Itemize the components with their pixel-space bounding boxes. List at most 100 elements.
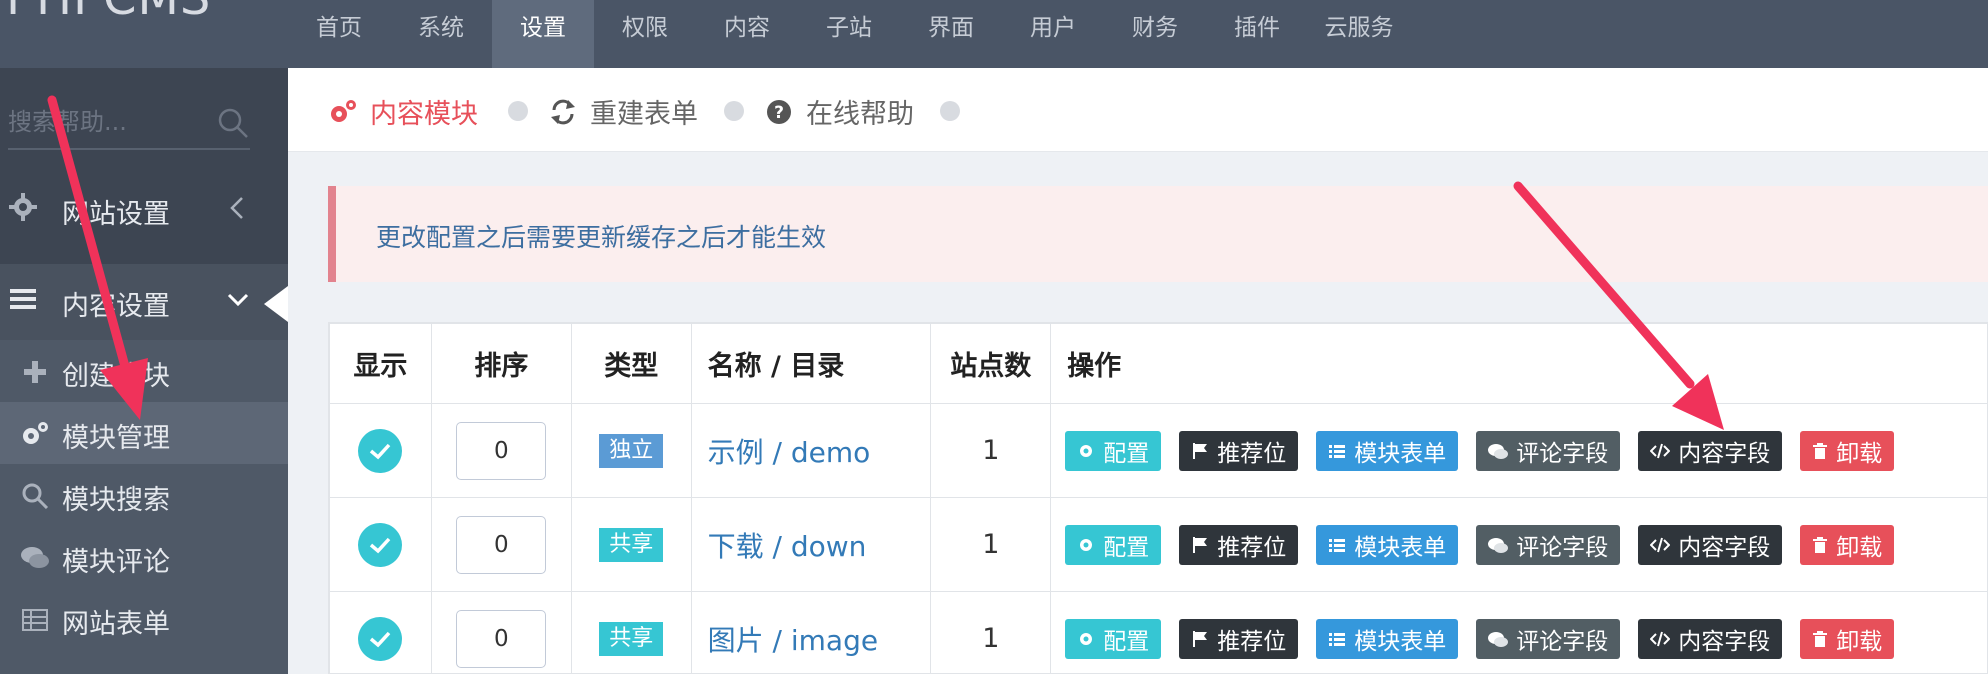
- tab-rebuild-form[interactable]: 重建表单: [548, 92, 698, 131]
- content-field-button[interactable]: 内容字段: [1638, 430, 1783, 471]
- sidebar-item-module-comments[interactable]: 模块评论: [0, 526, 288, 588]
- topnav-item-finance[interactable]: 财务: [1104, 0, 1206, 68]
- flag-icon: [1193, 630, 1208, 647]
- recommend-button[interactable]: 推荐位: [1179, 430, 1299, 471]
- topnav-item-plugins[interactable]: 插件: [1206, 0, 1308, 68]
- config-button[interactable]: 配置: [1065, 524, 1162, 565]
- main-content: 内容模块 重建表单 ? 在线帮助 更改配置之后需要更新缓存之后才能生效 显示 排…: [288, 68, 1988, 674]
- order-input[interactable]: 0: [456, 609, 547, 668]
- separator-dot: [508, 101, 528, 121]
- button-label: 推荐位: [1217, 628, 1287, 655]
- button-label: 卸载: [1836, 628, 1883, 655]
- show-toggle[interactable]: [358, 616, 403, 661]
- cell-order: 0: [430, 591, 572, 674]
- cell-sites: 1: [930, 591, 1052, 674]
- topnav-item-content[interactable]: 内容: [696, 0, 798, 68]
- topnav-item-subsite[interactable]: 子站: [798, 0, 900, 68]
- module-name-link[interactable]: 下载 / down: [708, 530, 867, 563]
- code-icon: [1650, 631, 1671, 646]
- comment-field-button[interactable]: 评论字段: [1476, 430, 1621, 471]
- top-navbar: PHPCMS 首页 系统 设置 权限 内容 子站 界面 用户 财务 插件 云服务: [0, 0, 1988, 68]
- active-notch: [264, 286, 288, 322]
- tab-content-modules[interactable]: 内容模块: [328, 92, 478, 131]
- topnav-item-cloud[interactable]: 云服务: [1308, 0, 1410, 68]
- table-row: 0 共享 下载 / down 1 配置 推荐位 模块表单 评论字段 内容字段 卸载: [329, 497, 1988, 592]
- sidebar-item-module-search[interactable]: 模块搜索: [0, 464, 288, 526]
- button-label: 模块表单: [1354, 534, 1447, 561]
- module-table: 显示 排序 类型 名称 / 目录 站点数 操作 0 独立 示例 / demo 1 配置推…: [328, 322, 1988, 674]
- trash-icon: [1813, 536, 1828, 553]
- order-input[interactable]: 0: [456, 421, 547, 480]
- app-logo[interactable]: PHPCMS: [0, 0, 288, 32]
- gear-icon: [1080, 632, 1093, 645]
- alert-text: 更改配置之后需要更新缓存之后才能生效: [376, 223, 827, 252]
- gears-icon: [331, 99, 356, 122]
- content-field-button[interactable]: 内容字段: [1638, 618, 1783, 659]
- cell-type: 共享: [570, 591, 692, 674]
- action-buttons: 配置 推荐位 模块表单 评论字段 内容字段 卸载: [1051, 430, 1988, 471]
- comment-field-button[interactable]: 评论字段: [1476, 524, 1621, 565]
- button-label: 配置: [1103, 440, 1150, 467]
- cell-show: [329, 497, 432, 592]
- module-name-link[interactable]: 图片 / image: [708, 624, 878, 657]
- show-toggle[interactable]: [358, 428, 403, 473]
- type-badge: 独立: [599, 434, 664, 468]
- sidebar: 搜索帮助... 网站设置 内容设置 创建模块 模块管理 模块搜索 模块评论 网站…: [0, 68, 288, 674]
- recommend-button[interactable]: 推荐位: [1179, 524, 1299, 565]
- topnav-item-home[interactable]: 首页: [288, 0, 390, 68]
- show-toggle[interactable]: [358, 522, 403, 567]
- topnav-item-interface[interactable]: 界面: [900, 0, 1002, 68]
- tab-label: 在线帮助: [806, 99, 914, 130]
- topnav-item-settings[interactable]: 设置: [492, 0, 594, 68]
- topnav-item-system[interactable]: 系统: [390, 0, 492, 68]
- uninstall-button[interactable]: 卸载: [1800, 430, 1895, 471]
- col-header-sites: 站点数: [930, 323, 1052, 404]
- col-header-actions: 操作: [1050, 323, 1988, 404]
- module-form-button[interactable]: 模块表单: [1316, 430, 1459, 471]
- top-menu: 首页 系统 设置 权限 内容 子站 界面 用户 财务 插件 云服务: [288, 0, 1410, 68]
- button-label: 内容字段: [1678, 628, 1771, 655]
- question-icon: ?: [767, 99, 791, 124]
- cell-name: 示例 / demo: [690, 403, 932, 498]
- config-button[interactable]: 配置: [1065, 430, 1162, 471]
- module-form-button[interactable]: 模块表单: [1316, 524, 1459, 565]
- sidebar-item-module-manage[interactable]: 模块管理: [0, 402, 288, 464]
- sidebar-search[interactable]: 搜索帮助...: [8, 98, 250, 150]
- config-button[interactable]: 配置: [1065, 618, 1162, 659]
- search-input[interactable]: 搜索帮助...: [8, 102, 127, 137]
- svg-text:?: ?: [774, 103, 784, 123]
- cell-type: 独立: [570, 403, 692, 498]
- col-header-show: 显示: [329, 323, 432, 404]
- tab-online-help[interactable]: ? 在线帮助: [764, 92, 914, 131]
- flag-icon: [1193, 442, 1208, 459]
- sidebar-group-site-settings[interactable]: 网站设置: [0, 172, 288, 248]
- sidebar-group-label: 内容设置: [62, 291, 170, 322]
- sidebar-group-content-settings[interactable]: 内容设置: [0, 264, 288, 340]
- button-label: 内容字段: [1678, 440, 1771, 467]
- uninstall-button[interactable]: 卸载: [1800, 618, 1895, 659]
- uninstall-button[interactable]: 卸载: [1800, 524, 1895, 565]
- cell-name: 图片 / image: [690, 591, 932, 674]
- sidebar-group-label: 网站设置: [62, 199, 170, 230]
- sidebar-item-create-module[interactable]: 创建模块: [0, 340, 288, 402]
- module-name-link[interactable]: 示例 / demo: [708, 436, 871, 469]
- module-form-button[interactable]: 模块表单: [1316, 618, 1459, 659]
- flag-icon: [1193, 536, 1208, 553]
- check-icon: [370, 631, 391, 647]
- sidebar-item-site-forms[interactable]: 网站表单: [0, 588, 288, 650]
- recommend-button[interactable]: 推荐位: [1179, 618, 1299, 659]
- order-input[interactable]: 0: [456, 515, 547, 574]
- search-icon[interactable]: [216, 106, 250, 140]
- button-label: 模块表单: [1354, 440, 1447, 467]
- table-row: 0 共享 图片 / image 1 配置 推荐位 模块表单 评论字段 内容字段 卸载: [329, 591, 1988, 674]
- topnav-item-users[interactable]: 用户: [1002, 0, 1104, 68]
- comment-field-button[interactable]: 评论字段: [1476, 618, 1621, 659]
- sidebar-item-label: 网站表单: [62, 609, 170, 640]
- button-label: 推荐位: [1217, 534, 1287, 561]
- button-label: 配置: [1103, 628, 1150, 655]
- content-field-button[interactable]: 内容字段: [1638, 524, 1783, 565]
- sidebar-submenu: 创建模块 模块管理 模块搜索 模块评论 网站表单: [0, 340, 288, 674]
- topnav-item-permissions[interactable]: 权限: [594, 0, 696, 68]
- sidebar-item-label: 创建模块: [62, 361, 170, 392]
- check-icon: [370, 537, 391, 553]
